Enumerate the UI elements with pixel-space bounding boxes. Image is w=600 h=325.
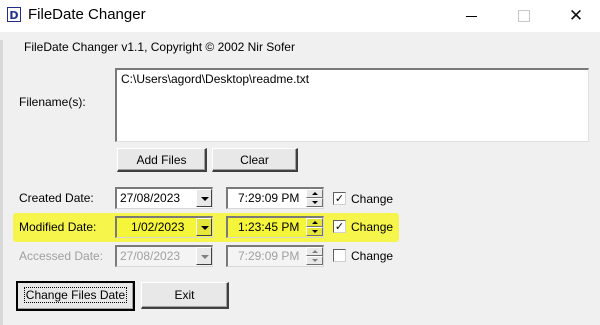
accessed-date-combo[interactable]: 27/08/2023: [115, 245, 213, 267]
accessed-change-label: Change: [351, 249, 394, 263]
maximize-icon: [518, 10, 530, 22]
spin-down-icon[interactable]: [306, 227, 323, 236]
spin-up-icon[interactable]: [306, 189, 323, 198]
copyright-text: FileDate Changer v1.1, Copyright © 2002 …: [24, 40, 295, 54]
close-icon: ✕: [568, 6, 584, 26]
created-time-spinner[interactable]: [306, 189, 323, 208]
accessed-time-value: 7:29:09 PM: [238, 249, 300, 263]
accessed-time-spinner[interactable]: [306, 247, 323, 266]
accessed-time-field[interactable]: 7:29:09 PM: [226, 245, 324, 267]
created-date-combo[interactable]: 27/08/2023: [115, 187, 213, 209]
chevron-down-icon[interactable]: [196, 218, 212, 236]
app-icon: D: [7, 7, 21, 22]
filename-item[interactable]: C:\Users\agord\Desktop\readme.txt: [121, 72, 309, 86]
clear-button[interactable]: Clear: [212, 148, 298, 172]
modified-change-checkbox[interactable]: ✓: [333, 220, 346, 233]
created-change-checkbox[interactable]: ✓: [333, 192, 346, 205]
change-files-date-button[interactable]: Change Files Date: [16, 281, 135, 311]
filenames-listbox[interactable]: C:\Users\agord\Desktop\readme.txt: [115, 68, 589, 142]
created-change-label: Change: [351, 192, 394, 206]
filenames-label: Filename(s):: [19, 95, 86, 109]
modified-time-spinner[interactable]: [306, 218, 323, 237]
accessed-date-label: Accessed Date:: [19, 249, 104, 263]
spin-down-icon[interactable]: [306, 256, 323, 265]
modified-time-field[interactable]: 1:23:45 PM: [226, 216, 324, 238]
modified-date-value: 1/02/2023: [131, 220, 185, 234]
spin-down-icon[interactable]: [306, 198, 323, 207]
minimize-button[interactable]: [449, 0, 495, 32]
change-files-date-label: Change Files Date: [23, 287, 128, 303]
window-title: FileDate Changer: [28, 6, 146, 23]
accessed-change-checkbox[interactable]: [333, 249, 346, 262]
spin-up-icon[interactable]: [306, 247, 323, 256]
spin-up-icon[interactable]: [306, 218, 323, 227]
maximize-button[interactable]: [505, 0, 551, 32]
chevron-down-icon[interactable]: [196, 247, 212, 265]
window-edge: [0, 40, 3, 325]
modified-date-combo[interactable]: 1/02/2023: [115, 216, 213, 238]
add-files-button[interactable]: Add Files: [117, 148, 207, 172]
modified-date-label: Modified Date:: [19, 220, 97, 234]
close-button[interactable]: ✕: [553, 0, 599, 32]
chevron-down-icon[interactable]: [196, 189, 212, 207]
created-time-value: 7:29:09 PM: [238, 191, 300, 205]
created-date-label: Created Date:: [19, 191, 94, 205]
exit-button[interactable]: Exit: [141, 282, 229, 309]
created-time-field[interactable]: 7:29:09 PM: [226, 187, 324, 209]
created-date-value: 27/08/2023: [120, 191, 181, 205]
modified-time-value: 1:23:45 PM: [238, 220, 300, 234]
accessed-date-value: 27/08/2023: [120, 249, 181, 263]
modified-change-label: Change: [351, 220, 394, 234]
app-window: D FileDate Changer ✕ FileDate Changer v1…: [0, 0, 600, 325]
minimize-icon: [466, 16, 477, 17]
title-bar[interactable]: D FileDate Changer ✕: [0, 0, 600, 32]
